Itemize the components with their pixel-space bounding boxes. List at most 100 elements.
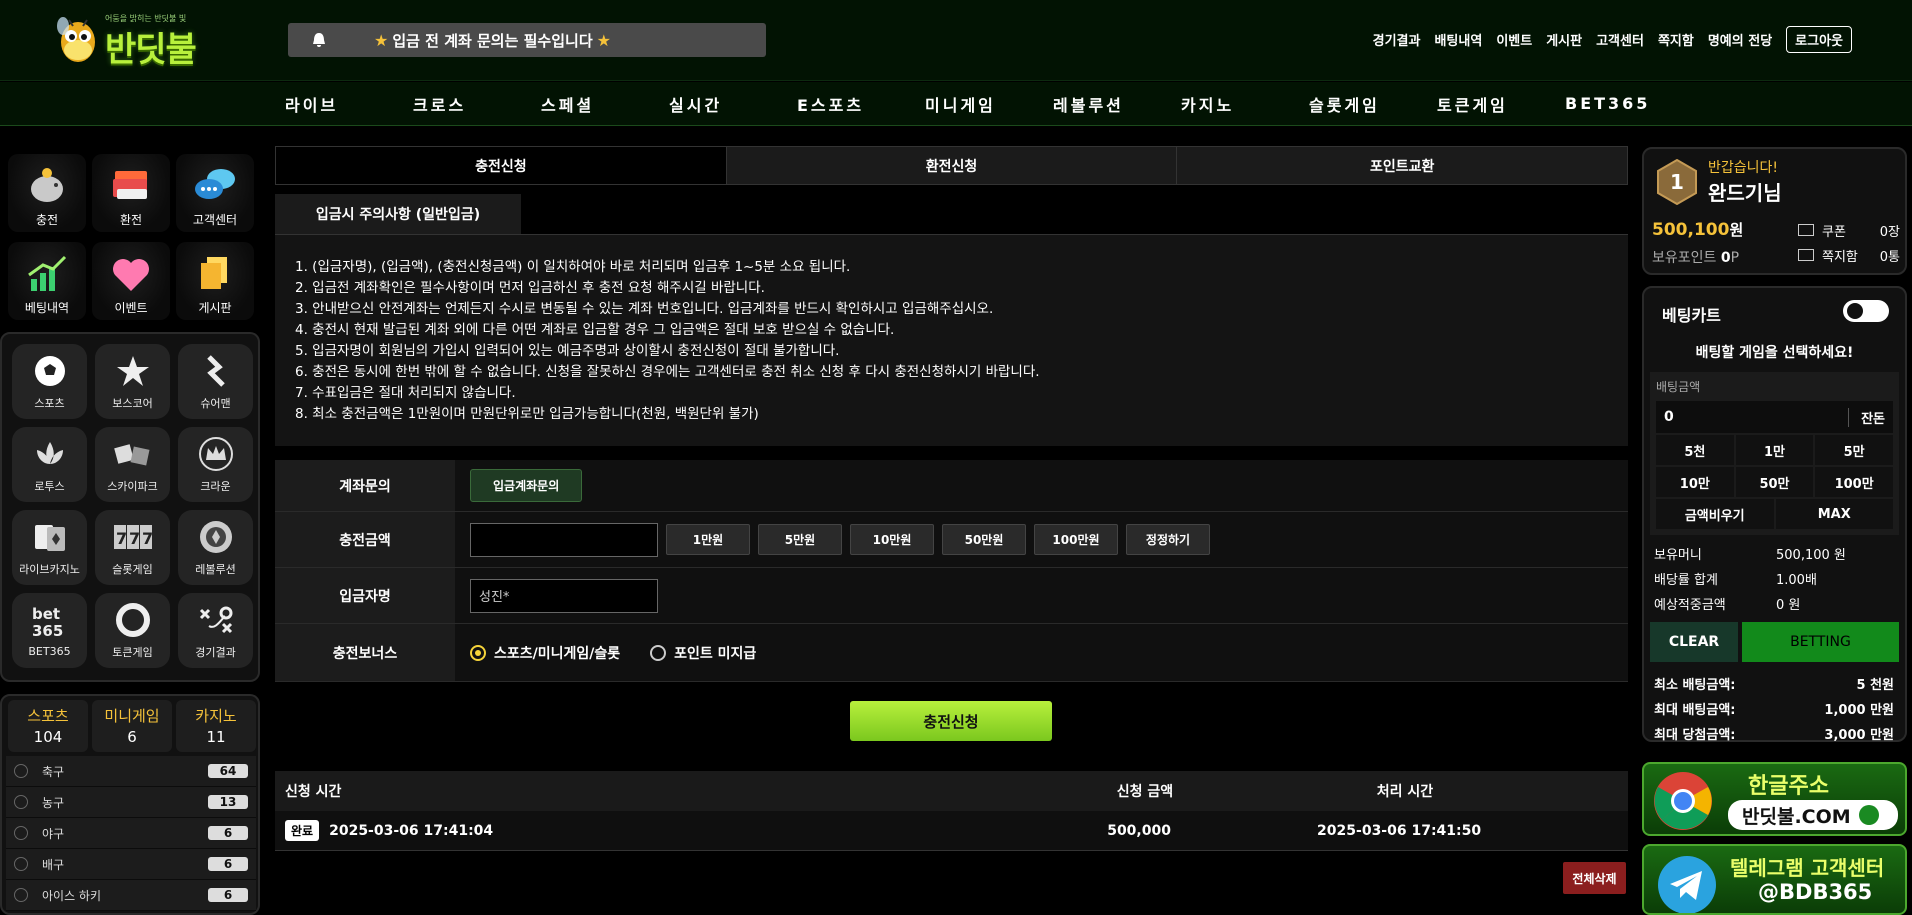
domain-text: 반딧불.COM [1742,805,1851,828]
amount-100k-button[interactable]: 10만원 [850,524,934,555]
topnav-results[interactable]: 경기결과 [1373,30,1421,49]
domain-banner[interactable]: 한글주소 반딧불.COM [1642,762,1907,836]
game-live-casino[interactable]: 라이브카지노 [12,510,87,585]
betting-button[interactable]: BETTING [1742,622,1899,662]
points-label: 보유포인트 [1652,250,1717,266]
nav-casino[interactable]: 카지노 [1181,92,1309,116]
nav-bet365[interactable]: BET365 [1565,94,1693,113]
bonus-option-none[interactable]: 포인트 미지급 [650,643,756,663]
money-unit: 원 [1729,221,1744,239]
deposit-rules: 1. (입금자명), (입금액), (충전신청금액) 이 일치하여야 바로 처리… [275,234,1628,446]
game-sports[interactable]: 스포츠 [12,344,87,419]
game-token[interactable]: 토큰게임 [95,593,170,668]
nav-esports[interactable]: E스포츠 [797,92,925,116]
quick-amount-button[interactable]: 100만 [1815,467,1893,497]
list-item[interactable]: 배구 6 [6,849,256,880]
bonus-option-sports-label: 스포츠/미니게임/슬롯 [494,645,621,662]
topnav-support[interactable]: 고객센터 [1596,30,1644,49]
nav-slot[interactable]: 슬롯게임 [1309,92,1437,116]
balance-button[interactable]: 잔돈 [1848,407,1885,427]
bet-amount-input[interactable]: 0 잔돈 [1656,401,1893,433]
game-lotus[interactable]: 로투스 [12,427,87,502]
list-item[interactable]: 축구 64 [6,756,256,787]
telegram-icon [1658,856,1716,913]
account-row: 계좌문의 입금계좌문의 [275,460,1628,512]
tab-deposit[interactable]: 충전신청 [276,147,727,184]
quick-amount-button[interactable]: 10만 [1656,467,1734,497]
max-button[interactable]: MAX [1775,499,1893,529]
nav-realtime[interactable]: 실시간 [669,92,797,116]
info-value: 0 원 [1776,598,1801,613]
list-item[interactable]: 아이스 하키 6 [6,880,256,911]
list-item[interactable]: 야구 6 [6,818,256,849]
quick-withdraw[interactable]: 환전 [92,154,170,232]
quick-support[interactable]: 고객센터 [176,154,254,232]
quick-amount-button[interactable]: 5천 [1656,435,1734,465]
tab-sports-label: 스포츠 [27,707,69,725]
amount-1m-button[interactable]: 100만원 [1034,524,1118,555]
tab-casino[interactable]: 카지노 11 [176,700,256,752]
tab-withdraw[interactable]: 환전신청 [726,147,1178,184]
quick-amount-button[interactable]: 50만 [1735,467,1814,497]
game-sureman[interactable]: 슈어맨 [178,344,253,419]
quick-deposit[interactable]: 충전 [8,154,86,232]
account-inquiry-button[interactable]: 입금계좌문의 [470,469,583,502]
telegram-banner[interactable]: 텔레그램 고객센터 @BDB365 [1642,844,1907,915]
tab-sports[interactable]: 스포츠 104 [8,700,88,752]
quick-amount-button[interactable]: 1만 [1735,435,1814,465]
nav-live[interactable]: 라이브 [285,92,413,116]
info-row: 보유머니 500,100 원 [1654,544,1894,563]
game-crown[interactable]: 크라운 [178,427,253,502]
quick-amount-button[interactable]: 5만 [1815,435,1893,465]
game-sports-label: 스포츠 [34,396,65,410]
quick-bet-history[interactable]: 베팅내역 [8,242,86,320]
game-skypark[interactable]: 스카이파크 [95,427,170,502]
logout-button[interactable]: 로그아웃 [1786,26,1852,53]
amount-10k-button[interactable]: 1만원 [666,524,750,555]
amount-reset-button[interactable]: 정정하기 [1126,524,1210,555]
clear-amount-button[interactable]: 금액비우기 [1656,499,1774,529]
game-live-casino-label: 라이브카지노 [19,562,80,576]
amount-500k-button[interactable]: 50만원 [942,524,1026,555]
topnav-messages[interactable]: 쪽지함 [1658,30,1694,49]
topnav-hall-of-fame[interactable]: 명예의 전당 [1708,30,1772,49]
quick-board[interactable]: 게시판 [176,242,254,320]
nav-minigame[interactable]: 미니게임 [925,92,1053,116]
rule-item: 1. (입금자명), (입금액), (충전신청금액) 이 일치하여야 바로 처리… [295,259,851,275]
col-processed-time: 처리 시간 [1376,784,1434,800]
message-link[interactable]: 쪽지함 0통 [1798,246,1900,265]
game-results[interactable]: 경기결과 [178,593,253,668]
bonus-option-sports[interactable]: 스포츠/미니게임/슬롯 [470,643,620,663]
amount-input[interactable] [470,522,658,557]
nav-revolution[interactable]: 레볼루션 [1053,92,1181,116]
cart-toggle[interactable] [1843,300,1889,322]
game-menu: 스포츠 보스코어 슈어맨 로투스 스카이파크 크라운 라이브카지노 7 7 7 … [0,332,260,682]
topnav-bet-history[interactable]: 배팅내역 [1434,30,1482,49]
quick-events[interactable]: 이벤트 [92,242,170,320]
limit-label: 최대 배팅금액: [1654,703,1736,718]
game-slot[interactable]: 777 슬롯게임 [95,510,170,585]
depositor-input[interactable]: 성진* [470,578,658,613]
list-item[interactable]: 농구 13 [6,787,256,818]
topnav-events[interactable]: 이벤트 [1496,30,1532,49]
crown-icon [198,436,233,471]
clear-button[interactable]: CLEAR [1650,622,1738,662]
radio-icon [650,644,667,661]
game-revolution[interactable]: 레볼루션 [178,510,253,585]
topnav-board[interactable]: 게시판 [1546,30,1582,49]
game-bet365[interactable]: bet 365 BET365 [12,593,87,668]
game-boscore[interactable]: 보스코어 [95,344,170,419]
quick-menu: 충전 환전 고객센터 베팅내역 이벤트 게시판 [8,154,254,320]
nav-token[interactable]: 토큰게임 [1437,92,1565,116]
amount-50k-button[interactable]: 5만원 [758,524,842,555]
processed-time: 2025-03-06 17:41:50 [1317,822,1482,839]
tab-minigame[interactable]: 미니게임 6 [92,700,172,752]
coupon-value: 0장 [1879,225,1900,240]
nav-special[interactable]: 스페셜 [541,92,669,116]
deposit-submit-button[interactable]: 충전신청 [850,701,1052,741]
site-logo[interactable]: 어둠을 밝히는 반딧불 빛 반딧불 [55,10,215,70]
delete-all-button[interactable]: 전체삭제 [1563,862,1626,894]
coupon-link[interactable]: 쿠폰 0장 [1798,221,1900,240]
tab-point-exchange[interactable]: 포인트교환 [1177,147,1628,184]
nav-cross[interactable]: 크로스 [413,92,541,116]
